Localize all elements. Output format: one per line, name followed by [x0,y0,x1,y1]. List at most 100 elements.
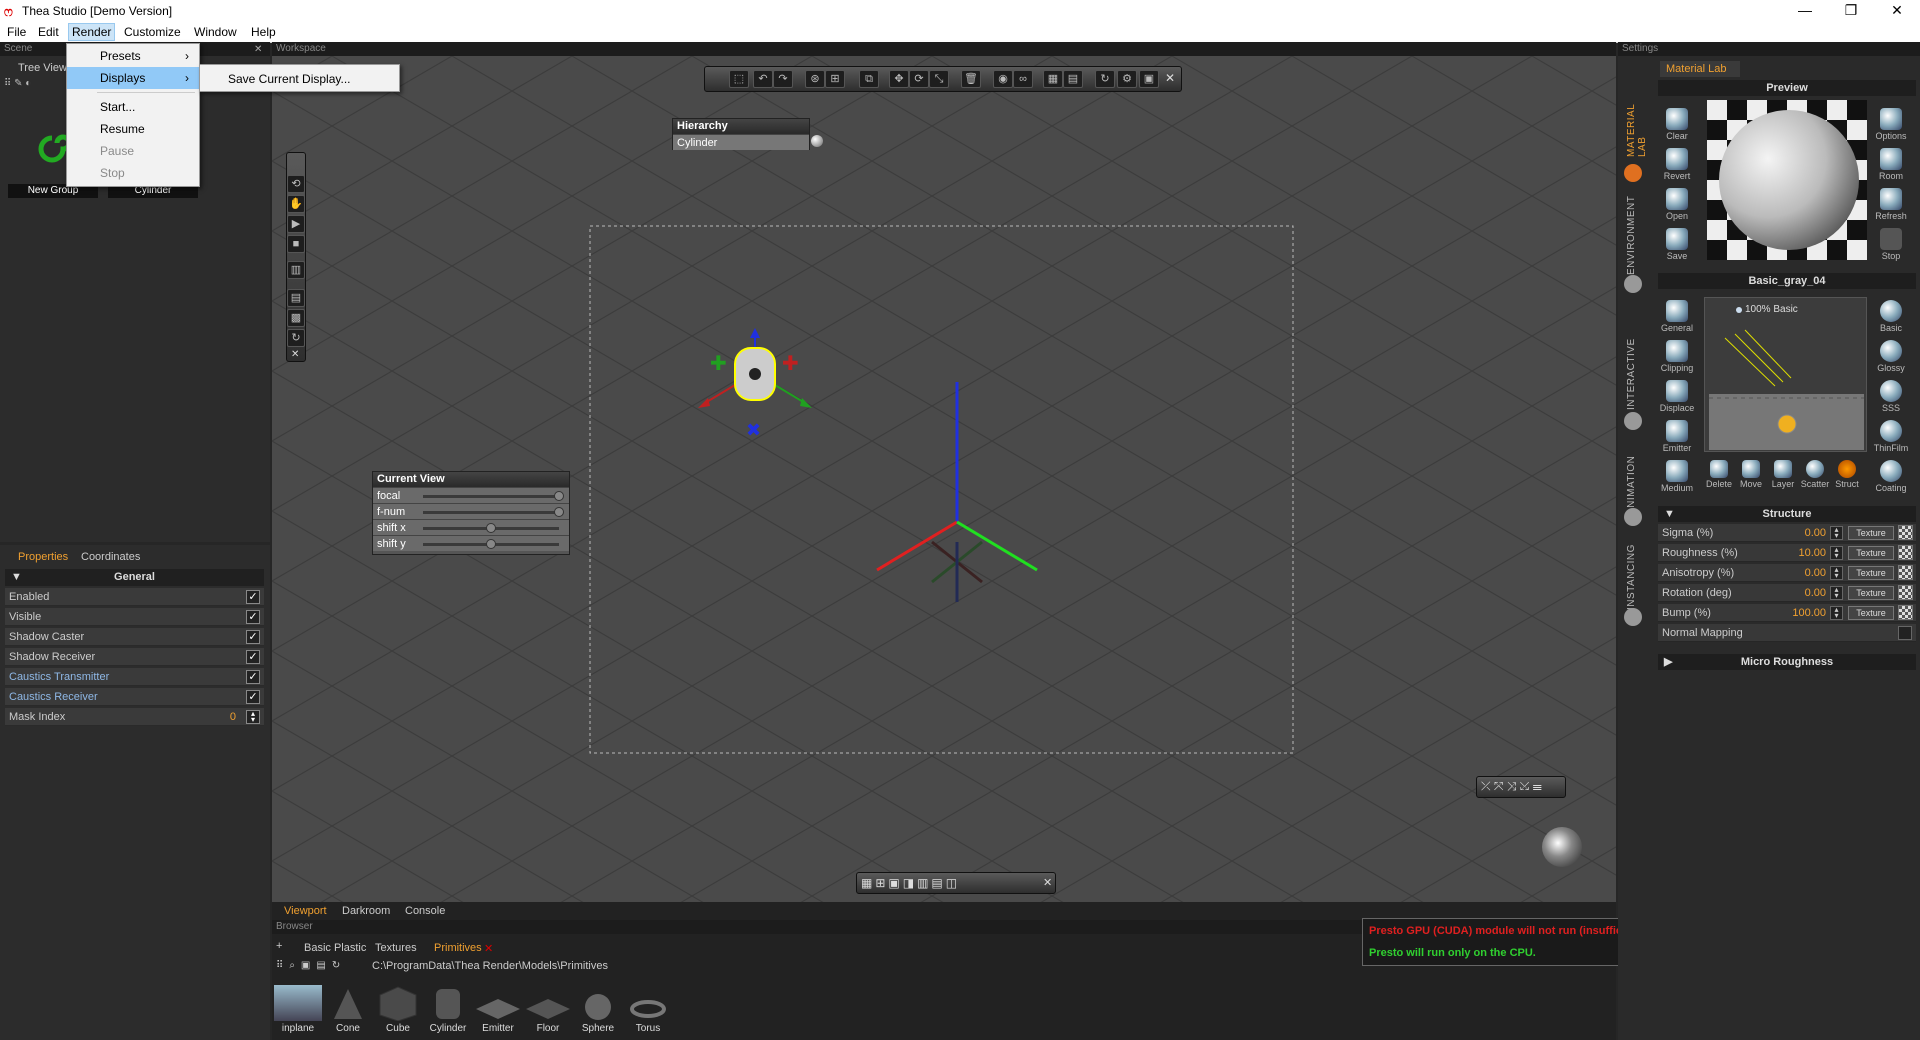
camera-icon[interactable]: ▥ [287,261,305,279]
anisotropy-value[interactable]: 0.00 [1805,564,1826,582]
layer-clipping-button[interactable]: Clipping [1659,340,1695,373]
spinner[interactable]: ▴ ▾ [1830,526,1843,540]
spinner[interactable]: ▴ ▾ [1830,586,1843,600]
axis-icons[interactable]: ⤫ ⤧ ⤨ ⤩ ☰ [1481,779,1542,794]
material-lab-icon[interactable] [1624,164,1642,182]
texture-button[interactable]: Texture [1848,546,1894,560]
expand-icon[interactable]: ▶ [1664,654,1672,670]
toolbar-close-icon[interactable]: ✕ [1165,71,1175,85]
layer-glossy-button[interactable]: Glossy [1873,340,1909,373]
primitive-cylinder[interactable]: Cylinder [424,985,472,1034]
layer-medium-button[interactable]: Medium [1659,460,1695,493]
texture-thumbnail[interactable] [1898,605,1913,620]
menu-edit[interactable]: Edit [35,25,62,39]
instancing-icon[interactable] [1624,608,1642,626]
layer-delete-button[interactable]: Delete [1702,460,1736,489]
tab-console[interactable]: Console [405,905,445,917]
texture-button[interactable]: Texture [1848,606,1894,620]
spinner[interactable]: ▴ ▾ [1830,606,1843,620]
tab-darkroom[interactable]: Darkroom [342,905,390,917]
texture-thumbnail[interactable] [1898,545,1913,560]
layer-struct-button[interactable]: Struct [1830,460,1864,489]
menu-render[interactable]: Render [68,23,116,41]
texture-button[interactable]: Texture [1848,586,1894,600]
maximize-button[interactable]: ❐ [1828,0,1874,22]
preview-clear-button[interactable]: Clear [1659,108,1695,141]
menu-item-save-current-display[interactable]: Save Current Display... [200,68,399,90]
layer-general-button[interactable]: General [1659,300,1695,333]
layer-move-button[interactable]: Move [1734,460,1768,489]
primitive-torus[interactable]: Torus [624,985,672,1034]
menu-item-resume[interactable]: Resume [67,118,199,140]
spinner[interactable]: ▴ ▾ [1830,566,1843,580]
layer-displace-button[interactable]: Displace [1659,380,1695,413]
link-icon[interactable]: ∞ [1013,70,1033,88]
refresh-icon[interactable]: ↻ [1095,70,1115,88]
copy-icon[interactable]: ⧉ [859,70,879,88]
toolbar-close-icon[interactable]: ✕ [291,349,299,360]
menu-customize[interactable]: Customize [121,25,184,39]
layer-layer-button[interactable]: Layer [1766,460,1800,489]
tree-view-tab[interactable]: Tree View [18,62,67,74]
save-icon[interactable]: ▤ [287,289,305,307]
checkbox[interactable]: ✓ [246,650,260,664]
material-layer-diagram[interactable]: 100% Basic [1704,297,1867,452]
tab-basic-plastic[interactable]: Basic Plastic [304,942,366,954]
toolbar-close-icon[interactable]: ✕ [1043,876,1052,889]
menu-help[interactable]: Help [248,25,279,39]
primitive-cube[interactable]: Cube [374,985,422,1034]
texture-button[interactable]: Texture [1848,566,1894,580]
texture-thumbnail[interactable] [1898,525,1913,540]
primitive-inplane[interactable]: inplane [274,985,322,1034]
grid-icon[interactable]: ▦ [1043,70,1063,88]
stop-icon[interactable]: ■ [287,235,305,253]
primitive-emitter[interactable]: Emitter [474,985,522,1034]
checkbox[interactable]: ✓ [246,630,260,644]
layer-coating-button[interactable]: Coating [1873,460,1909,493]
bump-value[interactable]: 100.00 [1792,604,1826,622]
fnum-slider[interactable] [423,507,564,517]
spinner[interactable]: ▴ ▾ [1830,546,1843,560]
orbit-icon[interactable]: ⟲ [287,175,305,193]
menu-item-start[interactable]: Start... [67,96,199,118]
checkbox[interactable]: ✓ [246,690,260,704]
pan-icon[interactable]: ✋ [287,195,305,213]
layer-scatter-button[interactable]: Scatter [1798,460,1832,489]
tab-coordinates[interactable]: Coordinates [81,551,140,563]
preview-refresh-button[interactable]: Refresh [1873,188,1909,221]
primitive-floor[interactable]: Floor [524,985,572,1034]
checkbox[interactable]: ✓ [246,670,260,684]
layer-sss-button[interactable]: SSS [1873,380,1909,413]
layer-emitter-button[interactable]: Emitter [1659,420,1695,453]
group-icon[interactable] [36,134,72,166]
add-tab-icon[interactable]: + [276,940,282,952]
rotate-tool-icon[interactable]: ⟳ [909,70,929,88]
cylinder-object-gizmo[interactable]: ✚ ✚ ✖ [690,328,820,478]
move-tool-icon[interactable]: ✥ [889,70,909,88]
close-button[interactable]: ✕ [1874,0,1920,22]
layer-basic-button[interactable]: Basic [1873,300,1909,333]
menu-item-presets[interactable]: Presets › [67,45,199,67]
tab-primitives[interactable]: Primitives [434,942,482,954]
sigma-value[interactable]: 0.00 [1805,524,1826,542]
hierarchy-sphere-icon[interactable] [811,135,823,147]
layout-icon[interactable]: ▤ [1063,70,1083,88]
delete-icon[interactable]: 🗑 [961,70,981,88]
preview-room-button[interactable]: Room [1873,148,1909,181]
menu-item-displays[interactable]: Displays › [67,67,199,89]
shift-x-slider[interactable] [423,523,559,533]
close-icon[interactable]: ✕ [254,44,262,55]
checker-icon[interactable]: ▩ [287,309,305,327]
scale-tool-icon[interactable]: ⤡ [929,70,949,88]
browser-toolbar-icons[interactable]: ⠿⌕▣▤↻ [276,960,346,971]
tab-viewport[interactable]: Viewport [284,905,327,917]
minimize-button[interactable]: — [1782,0,1828,22]
workspace-viewport[interactable]: Workspace ✚ ✚ ✖ ⬚ ↶ ↷ ⊛ ⊞ ⧉ ✥ ⟳ ⤡ 🗑 ◉ ∞ … [272,42,1616,902]
focal-slider[interactable] [423,491,564,501]
primitive-cone[interactable]: Cone [324,985,372,1034]
vtab-interactive[interactable]: INTERACTIVE [1626,330,1637,410]
vtab-animation[interactable]: ANIMATION [1626,445,1637,515]
snap-icon[interactable]: ⊛ [805,70,825,88]
menu-window[interactable]: Window [191,25,240,39]
tab-textures[interactable]: Textures [375,942,417,954]
